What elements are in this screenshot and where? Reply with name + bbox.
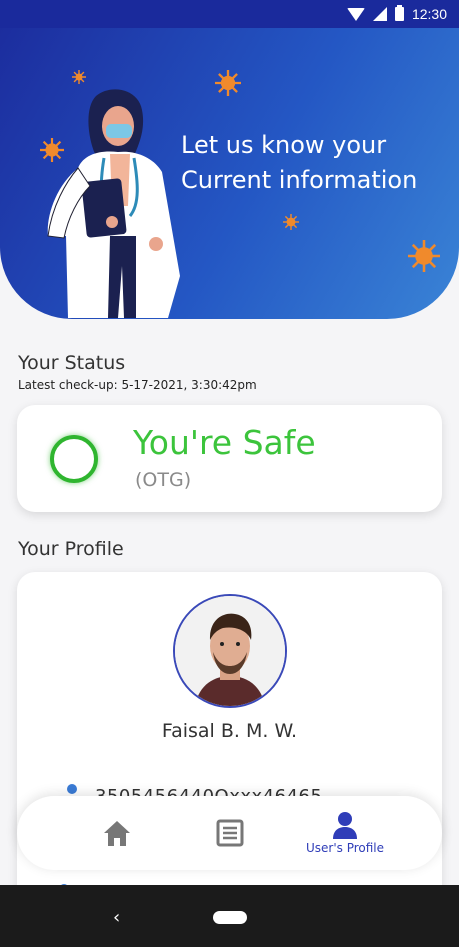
- avatar[interactable]: [173, 594, 287, 708]
- checkup-timestamp: Latest check-up: 5-17-2021, 3:30:42pm: [18, 378, 257, 392]
- header-title-line1: Let us know your: [181, 131, 387, 159]
- status-card[interactable]: You're Safe (OTG): [17, 405, 442, 512]
- status-bar: 12:30: [0, 0, 459, 28]
- home-pill-button[interactable]: [213, 911, 247, 924]
- virus-icon: [283, 214, 299, 230]
- status-sublabel: (OTG): [135, 469, 192, 491]
- header-banner: Let us know your Current information: [0, 28, 459, 319]
- doctor-illustration: [47, 89, 180, 318]
- back-icon[interactable]: ‹: [113, 907, 120, 928]
- clock: 12:30: [411, 6, 447, 22]
- bottom-navigation: User's Profile: [17, 796, 442, 870]
- profile-name: Faisal B. M. W.: [161, 720, 298, 742]
- system-navigation-bar: ‹: [0, 885, 459, 947]
- status-section-title: Your Status: [18, 352, 126, 374]
- battery-icon: [394, 5, 404, 21]
- home-icon: [104, 821, 130, 846]
- virus-icon: [72, 70, 86, 84]
- safe-status-indicator: [50, 435, 98, 483]
- nav-home-button[interactable]: [87, 796, 147, 870]
- news-icon: [216, 819, 244, 847]
- signal-icon: [372, 7, 387, 21]
- virus-icon: [215, 70, 241, 96]
- header-title-line2: Current information: [181, 166, 418, 194]
- user-icon: [333, 812, 357, 839]
- status-label: You're Safe: [133, 423, 316, 462]
- bullet-dot: [67, 784, 77, 794]
- nav-profile-button[interactable]: User's Profile: [295, 796, 395, 870]
- wifi-icon: [346, 7, 365, 21]
- virus-icon: [408, 240, 440, 272]
- avatar-photo: [175, 596, 285, 706]
- nav-news-button[interactable]: [200, 796, 260, 870]
- nav-profile-label: User's Profile: [305, 841, 385, 855]
- header-title: Let us know your Current information: [181, 128, 441, 198]
- profile-section-title: Your Profile: [18, 538, 124, 560]
